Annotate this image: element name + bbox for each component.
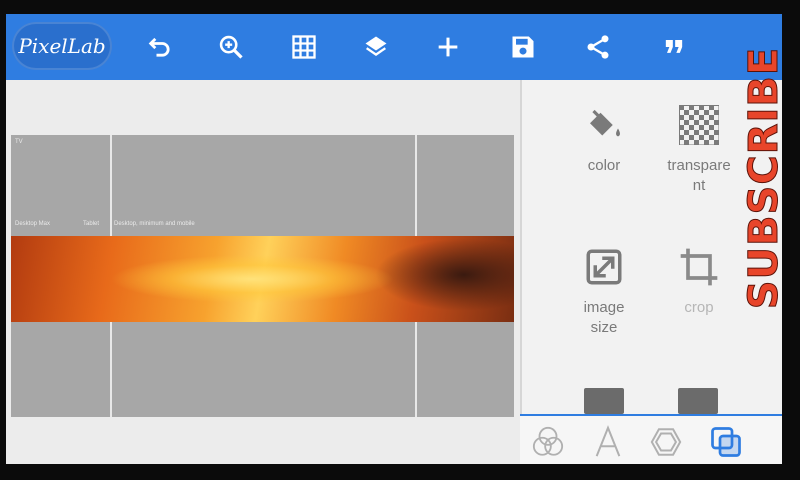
gallery-tool-icon[interactable] [678,388,718,414]
text-a-icon [595,425,621,457]
guide-label-tablet: Tablet [83,221,100,227]
layers-tab[interactable] [706,422,746,462]
fire-artwork-image [11,236,514,322]
text-tab[interactable] [588,422,628,462]
image-size-tool[interactable]: image size [559,242,649,338]
crop-label: crop [684,299,714,316]
grid-button[interactable] [284,27,324,67]
color-label: color [587,157,621,174]
shapes-tab[interactable] [646,422,686,462]
share-icon [587,35,609,59]
checkerboard-icon [674,100,724,150]
plus-icon [438,37,458,57]
image-size-label: image size [583,299,625,336]
crop-icon [674,242,724,292]
zoom-button[interactable] [211,27,251,67]
grid-icon [292,35,316,59]
guide-label-desktop-mobile: Desktop, minimum and mobile [114,221,195,227]
share-button[interactable] [578,27,618,67]
zoom-in-icon [219,35,243,59]
save-button[interactable] [503,27,543,67]
resize-icon [579,242,629,292]
canvas-area[interactable]: TV Desktop Max Tablet Desktop, minimum a… [6,80,518,464]
hexagon-icon [650,428,682,456]
save-icon [512,36,534,58]
add-button[interactable] [428,27,468,67]
effects-tab[interactable] [528,422,568,462]
rgb-circles-icon [532,426,564,456]
subscribe-overlay: SUBSCRIBE [741,18,788,338]
paint-bucket-icon [579,100,629,150]
color-tool[interactable]: color [559,100,649,176]
quote-icon [665,40,683,53]
subscribe-text: SUBSCRIBE [741,46,788,310]
overlap-squares-icon [711,427,741,457]
transparent-tool[interactable]: transparent [654,100,744,196]
quote-button[interactable] [654,27,694,67]
undo-button[interactable] [140,27,180,67]
image-tool-icon[interactable] [584,388,624,414]
undo-icon [148,37,170,57]
bottom-tab-bar [520,414,782,464]
layers-icon [365,36,387,56]
pixellab-app: PixelLab TV Desktop Max Tablet Desktop, … [6,14,782,464]
top-toolbar: PixelLab [6,14,782,80]
pixellab-logo[interactable]: PixelLab [12,22,112,70]
transparent-label: transparent [667,157,731,194]
banner-template[interactable]: TV Desktop Max Tablet Desktop, minimum a… [11,135,514,417]
crop-tool[interactable]: crop [654,242,744,318]
guide-label-desktop-max: Desktop Max [15,221,51,227]
layers-button[interactable] [356,27,396,67]
guide-label-tv: TV [15,139,23,145]
